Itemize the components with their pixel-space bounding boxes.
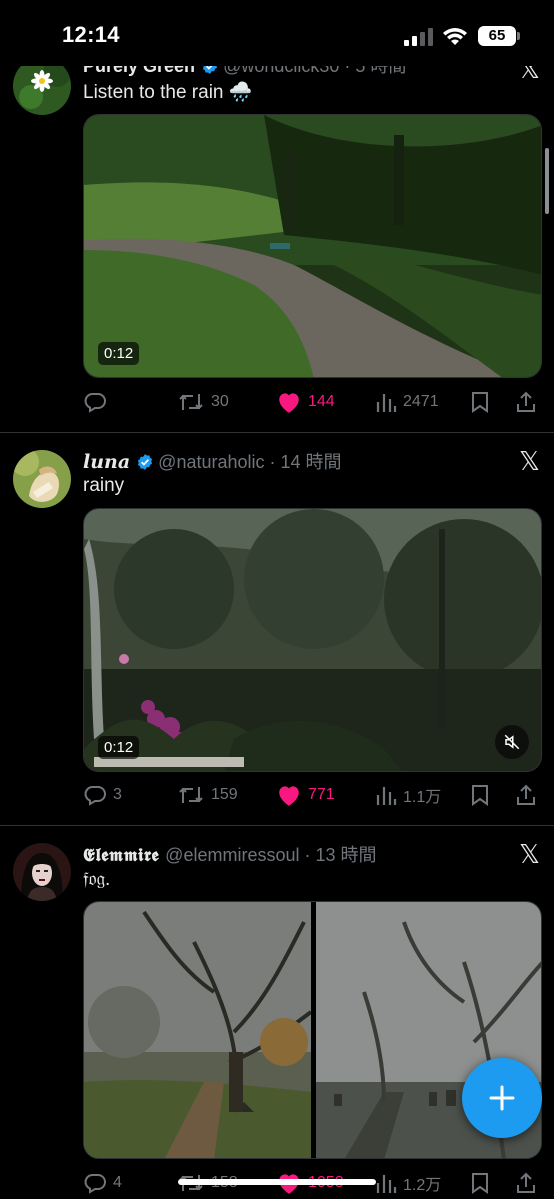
tweet-header: luna @naturaholic · 14 時間 [83,448,494,476]
reply-button[interactable]: 4 [83,1168,122,1198]
retweet-count: 159 [211,786,238,803]
handle[interactable]: @naturaholic [158,452,264,472]
reply-count: 4 [113,1174,122,1191]
bookmark-button[interactable] [469,387,491,417]
timeline-feed[interactable]: Purely Green @worldclick30 · 5 時間 𝕏 Liste… [0,0,554,1199]
retweet-button[interactable]: 159 [177,780,238,810]
home-indicator[interactable] [178,1179,376,1185]
mute-toggle[interactable] [495,725,529,759]
share-icon [517,1172,535,1193]
reply-count: 3 [113,786,122,803]
retweet-icon [179,394,203,410]
analytics-icon [376,1175,397,1193]
plus-icon [489,1085,515,1111]
cellular-signal-icon [404,28,433,46]
handle[interactable]: @elemmiressoul [165,845,299,865]
share-button[interactable] [515,387,537,417]
video-player[interactable]: 0:12 [83,508,542,772]
battery-indicator: 65 [478,26,520,46]
compose-post-button[interactable] [462,1058,542,1138]
display-name[interactable]: 𝕰𝖑𝖊𝖒𝖒𝖎𝖗𝖊 [83,845,159,866]
tweet-actions: 3 159 771 1.1万 [83,780,543,810]
reply-icon [84,1174,106,1194]
video-thumbnail [84,115,541,377]
bookmark-icon [472,785,488,806]
view-count: 2471 [403,393,439,410]
retweet-icon [179,787,203,803]
reply-icon [84,786,106,806]
heart-icon [279,393,299,413]
x-logo-icon[interactable]: 𝕏 [519,839,540,870]
share-button[interactable] [515,780,537,810]
tweet-header: 𝕰𝖑𝖊𝖒𝖒𝖎𝖗𝖊 @elemmiressoul · 13 時間 [83,845,377,866]
video-duration: 0:12 [98,342,140,365]
video-player[interactable]: 0:12 [83,114,542,378]
like-count: 144 [308,393,335,410]
tweet-text: 𝔣𝔬𝔤. [83,869,111,890]
display-name[interactable]: luna [83,451,130,473]
verified-badge-icon [136,453,154,476]
photo-1[interactable] [84,902,313,1159]
like-count: 771 [308,786,335,803]
avatar[interactable] [13,843,71,901]
reply-button[interactable] [83,387,113,417]
share-button[interactable] [515,1168,537,1198]
tweet-actions: 30 144 2471 [83,387,543,417]
bookmark-icon [472,1173,488,1194]
view-count: 1.1万 [403,789,442,806]
timestamp[interactable]: 14 時間 [281,452,342,472]
tweet-3[interactable]: 𝕰𝖑𝖊𝖒𝖒𝖎𝖗𝖊 @elemmiressoul · 13 時間 𝕏 𝔣𝔬𝔤. 4… [0,826,554,1199]
bookmark-icon [472,392,488,413]
bookmark-button[interactable] [469,1168,491,1198]
clock: 12:14 [62,22,120,47]
muted-speaker-icon [504,734,520,750]
wifi-icon [443,28,467,45]
retweet-count: 30 [211,393,229,410]
avatar[interactable] [13,450,71,508]
retweet-button[interactable]: 30 [177,387,229,417]
tweet-text: rainy [83,475,125,496]
timestamp[interactable]: 13 時間 [315,845,376,865]
share-icon [517,784,535,805]
views-button[interactable]: 1.1万 [375,780,441,810]
scrollbar[interactable] [545,148,549,214]
views-button[interactable]: 2471 [375,387,439,417]
bookmark-button[interactable] [469,780,491,810]
share-icon [517,391,535,412]
like-button[interactable]: 771 [276,780,335,810]
analytics-icon [376,787,397,805]
video-duration: 0:12 [98,736,140,759]
views-button[interactable]: 1.2万 [375,1168,441,1198]
heart-icon [279,786,299,806]
view-count: 1.2万 [403,1177,442,1194]
tweet-2[interactable]: luna @naturaholic · 14 時間 𝕏 rainy 0:12 3… [0,433,554,825]
analytics-icon [376,394,397,412]
x-logo-icon[interactable]: 𝕏 [519,446,540,477]
like-button[interactable]: 144 [276,387,335,417]
reply-icon [84,393,106,413]
status-bar: 12:14 65 [0,0,554,66]
reply-button[interactable]: 3 [83,780,122,810]
video-thumbnail [84,509,541,771]
tweet-text: Listen to the rain 🌧️ [83,82,253,103]
